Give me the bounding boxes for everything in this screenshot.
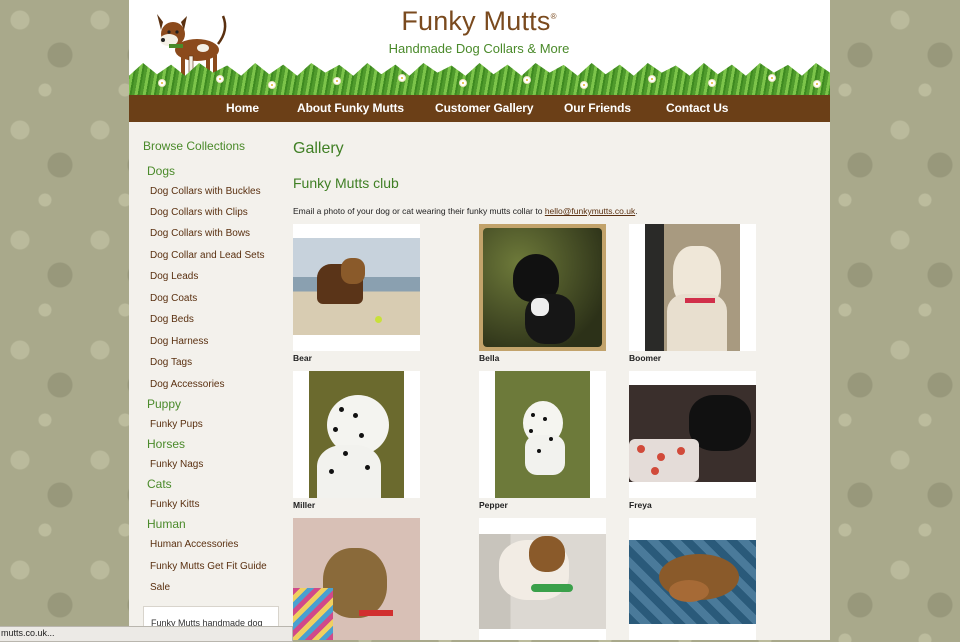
- sidebar-item[interactable]: Dog Tags: [150, 357, 192, 368]
- gallery-photo[interactable]: [479, 518, 606, 640]
- sidebar-item[interactable]: Funky Kitts: [150, 499, 199, 510]
- site-title[interactable]: Funky Mutts®: [379, 6, 579, 37]
- photo-image: [645, 224, 740, 351]
- sidebar-item[interactable]: Dog Collars with Clips: [150, 207, 248, 218]
- daisy-icon: [581, 82, 587, 88]
- photo-image: [479, 534, 606, 629]
- page-title: Gallery: [293, 140, 344, 157]
- sidebar-item[interactable]: Dog Leads: [150, 271, 198, 282]
- daisy-icon: [269, 82, 275, 88]
- photo-image: [309, 371, 404, 498]
- section-title: Funky Mutts club: [293, 175, 399, 191]
- photo-image: [293, 518, 420, 640]
- sidebar-category-cats[interactable]: Cats: [147, 477, 172, 491]
- photo-image: [479, 224, 606, 351]
- nav-customer-gallery[interactable]: Customer Gallery: [435, 101, 534, 115]
- sidebar-category-human[interactable]: Human: [147, 517, 186, 531]
- sidebar-category-horses[interactable]: Horses: [147, 437, 185, 451]
- gallery-photo-bella[interactable]: [479, 224, 606, 351]
- gallery-photo-boomer[interactable]: [629, 224, 756, 351]
- gallery-caption: Miller: [293, 500, 316, 510]
- sidebar-item[interactable]: Dog Collars with Bows: [150, 228, 250, 239]
- gallery-caption: Boomer: [629, 353, 662, 363]
- sidebar-item[interactable]: Human Accessories: [150, 539, 238, 550]
- daisy-icon: [709, 80, 715, 86]
- sidebar-item[interactable]: Dog Harness: [150, 336, 208, 347]
- daisy-icon: [814, 81, 820, 87]
- sidebar-item[interactable]: Dog Coats: [150, 293, 197, 304]
- sidebar-item[interactable]: Dog Beds: [150, 314, 194, 325]
- gallery-photo-freya[interactable]: [629, 371, 756, 498]
- site-tagline: Handmade Dog Collars & More: [388, 41, 570, 56]
- daisy-icon: [649, 76, 655, 82]
- gallery-caption: Bear: [293, 353, 312, 363]
- intro-text: Email a photo of your dog or cat wearing…: [293, 206, 638, 216]
- daisy-icon: [769, 75, 775, 81]
- daisy-icon: [159, 80, 165, 86]
- sidebar-category-dogs[interactable]: Dogs: [147, 164, 175, 178]
- photo-image: [495, 371, 590, 498]
- nav-home[interactable]: Home: [226, 101, 259, 115]
- sidebar-item[interactable]: Funky Mutts Get Fit Guide: [150, 561, 267, 572]
- main-nav: Home About Funky Mutts Customer Gallery …: [129, 95, 830, 122]
- photo-image: [629, 540, 756, 624]
- site-header: Funky Mutts® Handmade Dog Collars & More: [129, 0, 830, 95]
- photo-image: [293, 238, 420, 335]
- sidebar-item[interactable]: Funky Pups: [150, 419, 203, 430]
- daisy-icon: [217, 76, 223, 82]
- grass-banner: [129, 63, 830, 95]
- photo-image: [629, 385, 756, 482]
- sidebar-item[interactable]: Sale: [150, 582, 170, 593]
- sidebar-item[interactable]: Dog Collar and Lead Sets: [150, 250, 265, 261]
- nav-contact-us[interactable]: Contact Us: [666, 101, 728, 115]
- sidebar-heading: Browse Collections: [143, 139, 246, 153]
- status-text: mutts.co.uk...: [1, 628, 55, 638]
- email-link[interactable]: hello@funkymutts.co.uk: [545, 206, 635, 216]
- sidebar-category-puppy[interactable]: Puppy: [147, 397, 181, 411]
- gallery-photo-bear[interactable]: [293, 224, 420, 351]
- daisy-icon: [399, 75, 405, 81]
- page-container: Funky Mutts® Handmade Dog Collars & More…: [129, 0, 830, 640]
- daisy-icon: [524, 77, 530, 83]
- gallery-photo[interactable]: [293, 518, 420, 640]
- nav-our-friends[interactable]: Our Friends: [564, 101, 631, 115]
- sidebar-item[interactable]: Dog Collars with Buckles: [150, 186, 261, 197]
- gallery-caption: Freya: [629, 500, 652, 510]
- gallery-caption: Pepper: [479, 500, 508, 510]
- sidebar-item[interactable]: Funky Nags: [150, 459, 203, 470]
- gallery-caption: Bella: [479, 353, 500, 363]
- daisy-icon: [460, 80, 466, 86]
- gallery-photo[interactable]: [629, 518, 756, 640]
- gallery-photo-pepper[interactable]: [479, 371, 606, 498]
- nav-about[interactable]: About Funky Mutts: [297, 101, 404, 115]
- daisy-icon: [334, 78, 340, 84]
- gallery-photo-miller[interactable]: [293, 371, 420, 498]
- sidebar-item[interactable]: Dog Accessories: [150, 379, 224, 390]
